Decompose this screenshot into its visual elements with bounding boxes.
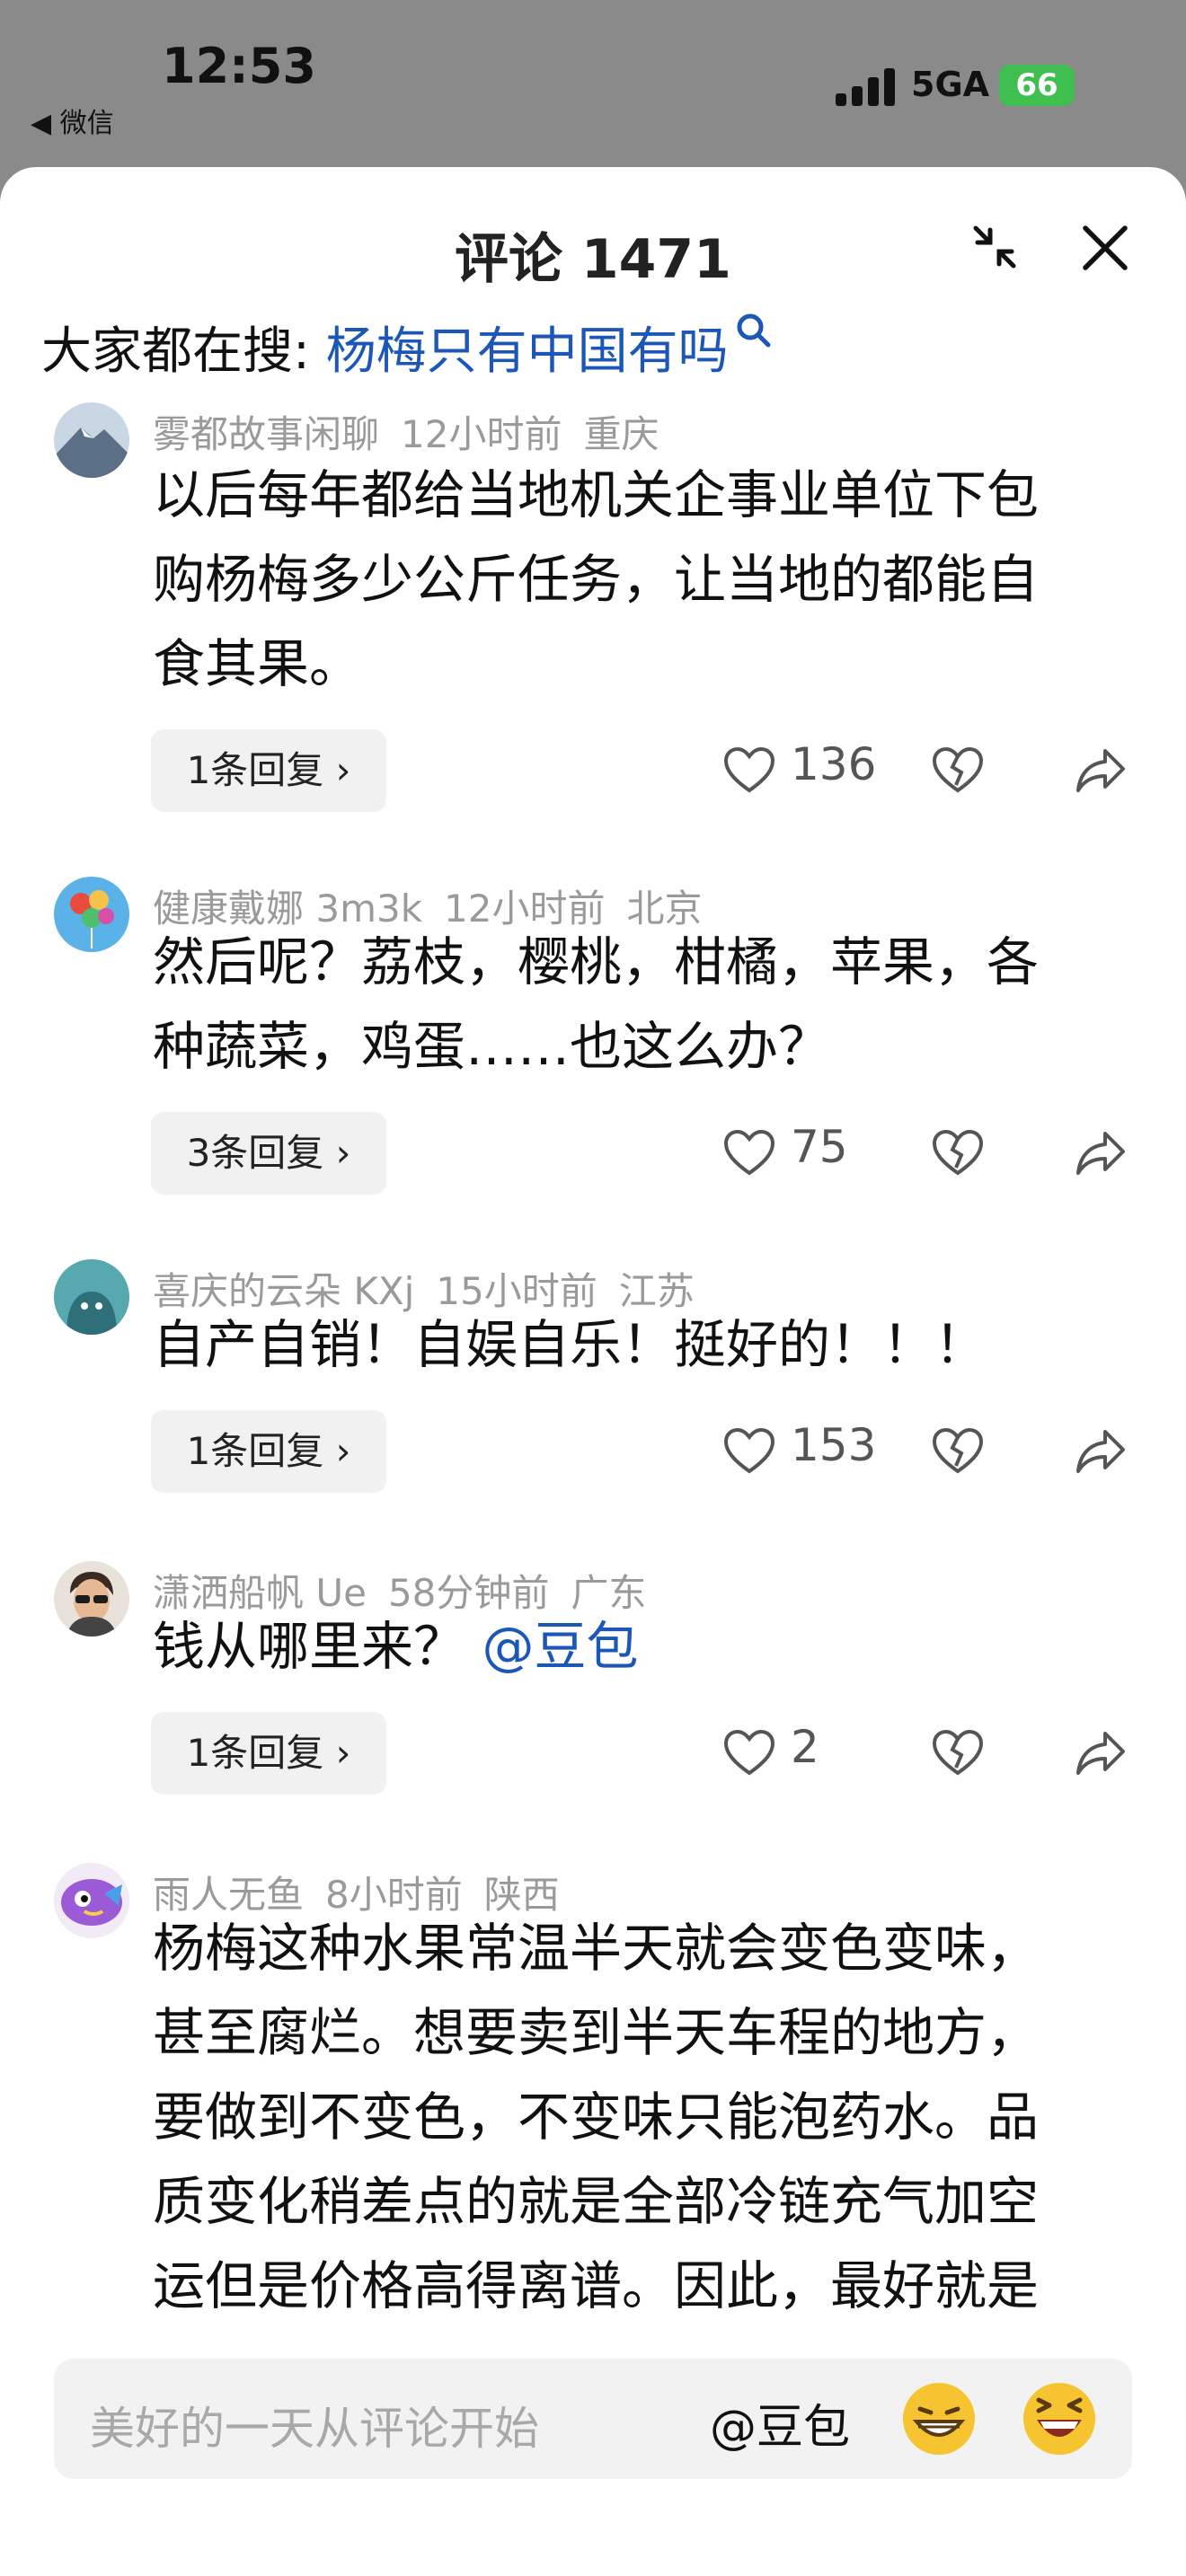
- comment-text: 然后呢？荔枝，樱桃，柑橘，苹果，各 种蔬菜，鸡蛋……也这么办？: [153, 920, 1141, 1089]
- comment-line: 以后每年都给当地机关企事业单位下包: [153, 464, 1040, 525]
- username[interactable]: 雾都故事闲聊: [153, 412, 379, 456]
- search-icon: [737, 313, 771, 348]
- grin-emoji-icon[interactable]: [900, 2380, 978, 2457]
- comment-time: 12小时前: [401, 412, 562, 456]
- like-count: 2: [791, 1721, 819, 1773]
- view-replies-button[interactable]: 1条回复 ›: [151, 1410, 386, 1493]
- comment-line: 质变化稍差点的就是全部冷链充气加空: [153, 2171, 1040, 2232]
- comment-text: 钱从哪里来？ @豆包: [153, 1604, 1141, 1689]
- laughing-emoji-icon[interactable]: [1021, 2380, 1098, 2457]
- share-icon[interactable]: [1075, 747, 1127, 794]
- mention-link[interactable]: @豆包: [482, 1616, 638, 1677]
- dislike-heart-icon[interactable]: [931, 1128, 985, 1178]
- avatar[interactable]: [54, 1863, 129, 1938]
- comment-text: 以后每年都给当地机关企事业单位下包 购杨梅多少公斤任务，让当地的都能自 食其果。: [153, 453, 1141, 706]
- view-replies-button[interactable]: 1条回复 ›: [151, 1712, 386, 1795]
- network-type: 5GA: [911, 65, 990, 104]
- signal-icon: [836, 66, 898, 106]
- trending-search-keyword[interactable]: 杨梅只有中国有吗: [326, 322, 729, 381]
- clock: 12:53: [162, 38, 316, 94]
- view-replies-button[interactable]: 1条回复 ›: [151, 729, 386, 812]
- comment-line: 钱从哪里来？: [153, 1616, 466, 1677]
- dislike-heart-icon[interactable]: [931, 1426, 985, 1477]
- share-icon[interactable]: [1075, 1428, 1127, 1475]
- comment-line: 要做到不变色，不变味只能泡药水。品: [153, 2086, 1040, 2148]
- heart-icon[interactable]: [722, 1728, 776, 1778]
- comment-line: 食其果。: [153, 633, 362, 694]
- comment-line: 种蔬菜，鸡蛋……也这么办？: [153, 1016, 831, 1077]
- comment-line: 购杨梅多少公斤任务，让当地的都能自: [153, 549, 1040, 610]
- comment-text: 自产自销！自娱自乐！挺好的！！！: [153, 1302, 1141, 1387]
- comment-text: 杨梅这种水果常温半天就会变色变味， 甚至腐烂。想要卖到半天车程的地方， 要做到不…: [153, 1906, 1141, 2328]
- like-count: 153: [791, 1419, 877, 1471]
- close-icon[interactable]: [1078, 221, 1132, 275]
- like-count: 136: [791, 738, 877, 790]
- heart-icon[interactable]: [722, 1426, 776, 1477]
- comment-line: 甚至腐烂。想要卖到半天车程的地方，: [153, 2002, 1040, 2063]
- comment-sheet: 评论 1471 大家都在搜: 杨梅只有中国有吗 雾都故事闲聊 12小时前 重庆 以后…: [0, 167, 1186, 2576]
- comment-location: 重庆: [583, 412, 659, 456]
- battery-icon: 66: [999, 65, 1075, 106]
- avatar[interactable]: [54, 1259, 129, 1335]
- back-to-wechat-link[interactable]: ◀ 微信: [31, 101, 114, 140]
- status-bar: 12:53 ◀ 微信 5GA 66: [0, 0, 1186, 171]
- share-icon[interactable]: [1075, 1130, 1127, 1177]
- comment-input-placeholder: 美好的一天从评论开始: [90, 2403, 539, 2455]
- mention-doubao-button[interactable]: @豆包: [710, 2389, 850, 2457]
- heart-icon[interactable]: [722, 745, 776, 796]
- view-replies-button[interactable]: 3条回复 ›: [151, 1112, 386, 1195]
- comment-line: 运但是价格高得离谱。因此，最好就是: [153, 2255, 1040, 2316]
- dislike-heart-icon[interactable]: [931, 1728, 985, 1778]
- collapse-icon[interactable]: [970, 223, 1019, 271]
- heart-icon[interactable]: [722, 1128, 776, 1178]
- comment-meta: 雾都故事闲聊 12小时前 重庆: [153, 404, 680, 459]
- like-count: 75: [791, 1121, 848, 1173]
- trending-search[interactable]: 大家都在搜: 杨梅只有中国有吗: [41, 311, 774, 384]
- comment-line: 杨梅这种水果常温半天就会变色变味，: [153, 1918, 1040, 1979]
- avatar[interactable]: [54, 1561, 129, 1636]
- comment-line: 然后呢？荔枝，樱桃，柑橘，苹果，各: [153, 931, 1040, 992]
- comment-line: 自产自销！自娱自乐！挺好的！！！: [153, 1314, 987, 1375]
- share-icon[interactable]: [1075, 1730, 1127, 1777]
- avatar[interactable]: [54, 402, 129, 478]
- dislike-heart-icon[interactable]: [931, 745, 985, 796]
- comment-input[interactable]: 美好的一天从评论开始 @豆包: [54, 2359, 1132, 2479]
- trending-search-prefix: 大家都在搜:: [41, 322, 326, 381]
- avatar[interactable]: [54, 877, 129, 952]
